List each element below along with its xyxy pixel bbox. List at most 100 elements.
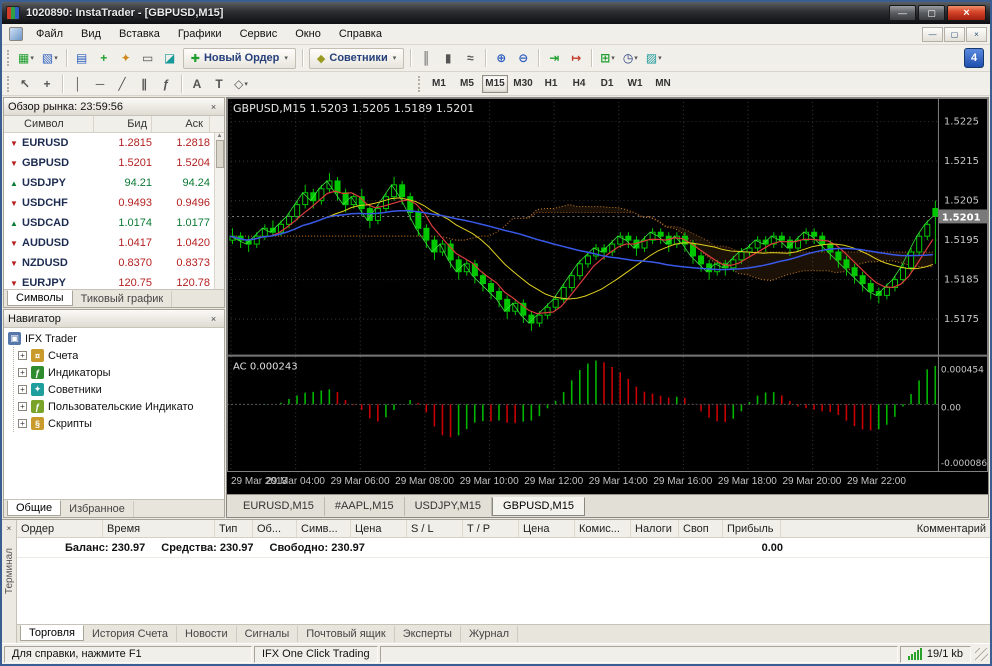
candlestick-mode-button[interactable]: ▮	[438, 48, 458, 68]
timeframe-button-M30[interactable]: M30	[510, 75, 536, 93]
minimize-button[interactable]: —	[889, 5, 916, 21]
fibonacci-tool-button[interactable]: ƒ	[156, 74, 176, 94]
menu-item-4[interactable]: Сервис	[231, 26, 287, 42]
terminal-tab-0[interactable]: Торговля	[20, 625, 84, 641]
market-watch-row[interactable]: ▲ USDCAD 1.0174 1.0177	[4, 213, 224, 233]
market-watch-row[interactable]: ▼ NZDUSD 0.8370 0.8373	[4, 253, 224, 273]
market-watch-tab-0[interactable]: Символы	[7, 289, 73, 306]
scroll-up-icon[interactable]: ▲	[217, 133, 223, 139]
market-watch-row[interactable]: ▼ EURJPY 120.75 120.78	[4, 273, 224, 289]
navigator-toggle-button[interactable]: ✦	[116, 48, 136, 68]
timeframe-button-M15[interactable]: M15	[482, 74, 508, 93]
label-tool-button[interactable]: T	[209, 74, 229, 94]
market-watch-row[interactable]: ▼ USDCHF 0.9493 0.9496	[4, 193, 224, 213]
strategy-tester-button[interactable]: ◪	[160, 48, 180, 68]
terminal-tab-2[interactable]: Новости	[177, 626, 237, 642]
chart-tab-2[interactable]: USDJPY,M15	[405, 496, 493, 516]
vertical-line-tool-button[interactable]: │	[68, 74, 88, 94]
tree-item-4[interactable]: + § Скрипты	[14, 415, 224, 432]
tree-expand-toggle[interactable]: +	[18, 385, 27, 394]
market-watch-toggle-button[interactable]: ▤	[72, 48, 92, 68]
menu-item-6[interactable]: Справка	[330, 26, 391, 42]
close-button[interactable]: ×	[947, 5, 986, 21]
templates-button[interactable]: ▨ ▾	[643, 48, 665, 68]
restore-button[interactable]: ▢	[918, 5, 945, 21]
tree-item-1[interactable]: + ƒ Индикаторы	[14, 364, 224, 381]
market-watch-tab-1[interactable]: Тиковый график	[73, 290, 173, 307]
expert-advisors-button[interactable]: ◆ Советники ▾	[308, 47, 405, 69]
tree-expand-toggle[interactable]: +	[18, 351, 27, 360]
close-icon[interactable]: ×	[4, 523, 15, 534]
timeframe-button-H1[interactable]: H1	[538, 75, 564, 93]
market-watch-row[interactable]: ▼ EURUSD 1.2815 1.2818	[4, 133, 224, 153]
indicators-button[interactable]: ⊞ ▾	[597, 48, 618, 68]
market-watch-row[interactable]: ▲ USDJPY 94.21 94.24	[4, 173, 224, 193]
mdi-close-button[interactable]: ×	[966, 26, 987, 42]
tree-root-ifx-trader[interactable]: ▣ IFX Trader	[4, 330, 224, 347]
periods-button[interactable]: ◷ ▾	[620, 48, 641, 68]
timeframe-button-W1[interactable]: W1	[622, 75, 648, 93]
close-icon[interactable]: ×	[207, 312, 220, 325]
market-watch-row[interactable]: ▼ AUDUSD 1.0417 1.0420	[4, 233, 224, 253]
tree-expand-toggle[interactable]: +	[18, 419, 27, 428]
toolbar-grip[interactable]	[418, 75, 422, 92]
shapes-tool-button[interactable]: ◇ ▾	[231, 74, 251, 94]
terminal-tab-4[interactable]: Почтовый ящик	[298, 626, 395, 642]
market-watch-scrollbar[interactable]: ▲	[214, 133, 224, 289]
terminal-tab-1[interactable]: История Счета	[84, 626, 178, 642]
tree-item-0[interactable]: + ¤ Счета	[14, 347, 224, 364]
chart-shift-button[interactable]: ↦	[566, 48, 586, 68]
timeframe-button-H4[interactable]: H4	[566, 75, 592, 93]
new-order-button[interactable]: ✚ Новый Ордер ▾	[182, 47, 296, 69]
terminal-toggle-button[interactable]: ▭	[138, 48, 158, 68]
trendline-tool-button[interactable]: ╱	[112, 74, 132, 94]
text-tool-button[interactable]: A	[187, 74, 207, 94]
cursor-tool-button[interactable]: ↖	[15, 74, 35, 94]
toolbar-separator	[538, 49, 540, 67]
new-chart-button[interactable]: ▦ ▾	[15, 48, 37, 68]
tree-item-3[interactable]: + ƒ Пользовательские Индикато	[14, 398, 224, 415]
timeframe-button-M1[interactable]: M1	[426, 75, 452, 93]
community-icon[interactable]: 4	[964, 48, 984, 68]
channel-tool-button[interactable]: ∥	[134, 74, 154, 94]
resize-grip[interactable]	[975, 647, 988, 661]
mdi-minimize-button[interactable]: —	[922, 26, 943, 42]
tree-expand-toggle[interactable]: +	[18, 368, 27, 377]
time-axis[interactable]: 29 Mar 2013 29 Mar 04:00 29 Mar 06:00 29 Ma…	[227, 472, 988, 494]
mdi-restore-button[interactable]: ▢	[944, 26, 965, 42]
horizontal-line-tool-button[interactable]: ─	[90, 74, 110, 94]
navigator-tab-1[interactable]: Избранное	[61, 500, 134, 517]
scrollbar-thumb[interactable]	[215, 140, 224, 168]
timeframe-button-D1[interactable]: D1	[594, 75, 620, 93]
timeframe-button-MN[interactable]: MN	[650, 75, 676, 93]
tree-expand-toggle[interactable]: +	[18, 402, 27, 411]
data-window-button[interactable]: +	[94, 48, 114, 68]
bar-chart-mode-button[interactable]: ║	[416, 48, 436, 68]
tree-item-2[interactable]: + ✦ Советники	[14, 381, 224, 398]
toolbar-grip[interactable]	[7, 75, 11, 92]
menu-item-5[interactable]: Окно	[286, 26, 330, 42]
menu-item-3[interactable]: Графики	[169, 26, 231, 42]
navigator-tab-0[interactable]: Общие	[7, 499, 62, 516]
chart-tab-1[interactable]: #AAPL,M15	[325, 496, 405, 516]
timeframe-button-M5[interactable]: M5	[454, 75, 480, 93]
auto-scroll-button[interactable]: ⇥	[544, 48, 564, 68]
chart-tab-3[interactable]: GBPUSD,M15	[492, 496, 585, 516]
terminal-tab-6[interactable]: Журнал	[461, 626, 519, 642]
menu-item-0[interactable]: Файл	[27, 26, 72, 42]
menu-item-2[interactable]: Вставка	[110, 26, 169, 42]
terminal-tab-5[interactable]: Эксперты	[395, 626, 461, 642]
one-click-trading-segment[interactable]: IFX One Click Trading	[254, 645, 378, 663]
zoom-in-button[interactable]: ⊕	[491, 48, 511, 68]
zoom-out-button[interactable]: ⊖	[513, 48, 533, 68]
terminal-tab-3[interactable]: Сигналы	[237, 626, 299, 642]
menu-item-1[interactable]: Вид	[72, 26, 110, 42]
profiles-button[interactable]: ▧ ▾	[39, 48, 61, 68]
line-chart-mode-button[interactable]: ≈	[460, 48, 480, 68]
crosshair-tool-button[interactable]: +	[37, 74, 57, 94]
toolbar-grip[interactable]	[7, 50, 11, 66]
market-watch-row[interactable]: ▼ GBPUSD 1.5201 1.5204	[4, 153, 224, 173]
chart-tab-0[interactable]: EURUSD,M15	[233, 496, 325, 516]
price-chart[interactable]: 1.5225 1.5215 1.5205 1.5195 1.5185 1.5175 0.00…	[227, 98, 988, 472]
close-icon[interactable]: ×	[207, 100, 220, 113]
